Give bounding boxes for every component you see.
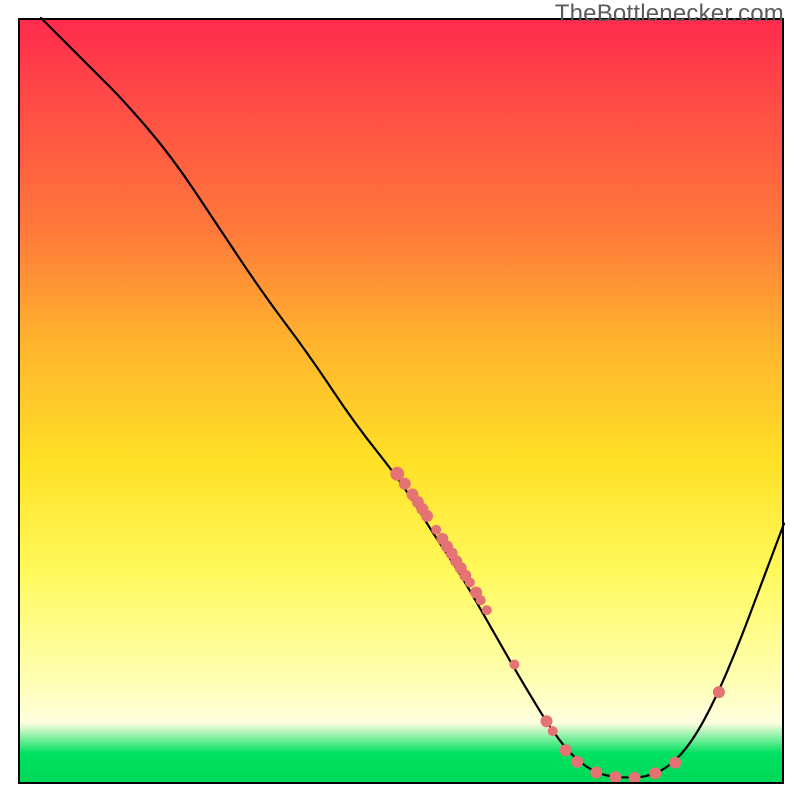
chart-container: TheBottlenecker.com (0, 0, 800, 800)
plot-gradient-background (18, 18, 784, 784)
watermark-text: TheBottlenecker.com (555, 0, 784, 28)
